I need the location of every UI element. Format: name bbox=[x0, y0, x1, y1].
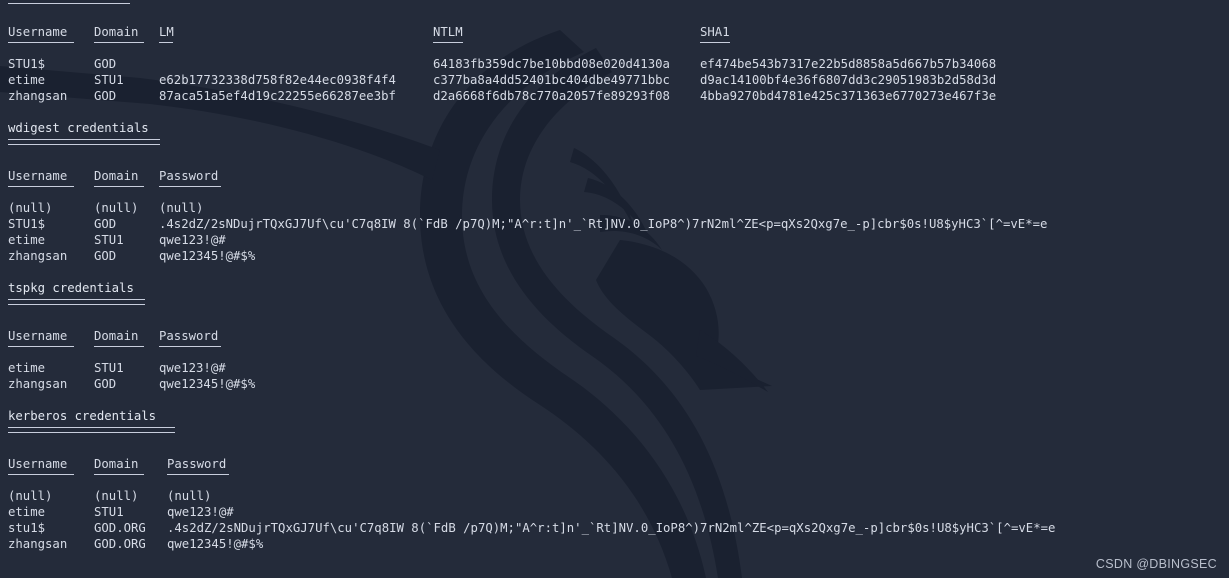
hash-table-header-row: Username Domain LM NTLM SHA1 bbox=[8, 24, 1228, 40]
cell-password: .4s2dZ/2sNDujrTQxGJ7Uf\cu'C7q8IW 8(`FdB … bbox=[159, 217, 1048, 231]
header-username: Username bbox=[8, 329, 68, 343]
table-row: etime STU1 qwe123!@# bbox=[8, 504, 1228, 520]
rule-domain bbox=[94, 186, 144, 187]
cell-domain: GOD.ORG bbox=[94, 537, 146, 551]
cell-ntlm: d2a6668f6db78c770a2057fe89293f08 bbox=[433, 89, 670, 103]
section-title-wdigest: wdigest credentials bbox=[8, 121, 149, 135]
cell-password: qwe123!@# bbox=[159, 361, 226, 375]
cell-username: etime bbox=[8, 361, 46, 375]
header-username: Username bbox=[8, 457, 68, 471]
rule-username bbox=[8, 186, 74, 187]
section-rule-wdigest bbox=[8, 139, 160, 145]
header-username: Username bbox=[8, 25, 68, 39]
rule-domain bbox=[94, 346, 144, 347]
cell-username: (null) bbox=[8, 489, 53, 503]
section-rule-tspkg bbox=[8, 299, 145, 305]
wdigest-header-row: Username Domain Password bbox=[8, 168, 1228, 184]
cell-password: qwe123!@# bbox=[167, 505, 234, 519]
top-cutoff-rule bbox=[8, 3, 130, 4]
table-row: etime STU1 e62b17732338d758f82e44ec0938f… bbox=[8, 72, 1228, 88]
header-sha1: SHA1 bbox=[700, 25, 730, 39]
tspkg-header-row: Username Domain Password bbox=[8, 328, 1228, 344]
rule-lm bbox=[159, 42, 173, 43]
cell-domain: GOD bbox=[94, 57, 117, 71]
section-title-tspkg: tspkg credentials bbox=[8, 281, 134, 295]
cell-lm: 87aca51a5ef4d19c22255e66287ee3bf bbox=[159, 89, 396, 103]
header-lm: LM bbox=[159, 25, 174, 39]
cell-password: qwe123!@# bbox=[159, 233, 226, 247]
cell-username: stu1$ bbox=[8, 521, 46, 535]
table-row: etime STU1 qwe123!@# bbox=[8, 232, 1228, 248]
rule-sha1 bbox=[700, 42, 730, 43]
cell-username: etime bbox=[8, 233, 46, 247]
cell-domain: GOD bbox=[94, 217, 117, 231]
cell-domain: GOD bbox=[94, 249, 117, 263]
cell-username: (null) bbox=[8, 201, 53, 215]
header-domain: Domain bbox=[94, 457, 139, 471]
cell-username: zhangsan bbox=[8, 89, 68, 103]
cell-ntlm: 64183fb359dc7be10bbd08e020d4130a bbox=[433, 57, 670, 71]
cell-password: qwe12345!@#$% bbox=[167, 537, 264, 551]
cell-domain: STU1 bbox=[94, 361, 124, 375]
cell-ntlm: c377ba8a4dd52401bc404dbe49771bbc bbox=[433, 73, 670, 87]
header-domain: Domain bbox=[94, 169, 139, 183]
rule-username bbox=[8, 42, 74, 43]
table-row: stu1$ GOD.ORG .4s2dZ/2sNDujrTQxGJ7Uf\cu'… bbox=[8, 520, 1228, 536]
table-row: zhangsan GOD qwe12345!@#$% bbox=[8, 248, 1228, 264]
table-row: zhangsan GOD 87aca51a5ef4d19c22255e66287… bbox=[8, 88, 1228, 104]
rule-domain bbox=[94, 474, 144, 475]
cell-sha1: 4bba9270bd4781e425c371363e6770273e467f3e bbox=[700, 89, 997, 103]
header-domain: Domain bbox=[94, 25, 139, 39]
cell-password: .4s2dZ/2sNDujrTQxGJ7Uf\cu'C7q8IW 8(`FdB … bbox=[167, 521, 1056, 535]
rule-domain bbox=[94, 42, 144, 43]
header-ntlm: NTLM bbox=[433, 25, 463, 39]
cell-username: STU1$ bbox=[8, 217, 46, 231]
cell-domain: GOD.ORG bbox=[94, 521, 146, 535]
rule-ntlm bbox=[433, 42, 463, 43]
cell-domain: STU1 bbox=[94, 233, 124, 247]
cell-username: etime bbox=[8, 73, 46, 87]
table-row: zhangsan GOD qwe12345!@#$% bbox=[8, 376, 1228, 392]
cell-username: zhangsan bbox=[8, 249, 68, 263]
cell-lm: e62b17732338d758f82e44ec0938f4f4 bbox=[159, 73, 396, 87]
header-password: Password bbox=[159, 169, 219, 183]
cell-domain: (null) bbox=[94, 201, 139, 215]
table-row: zhangsan GOD.ORG qwe12345!@#$% bbox=[8, 536, 1228, 552]
table-row: etime STU1 qwe123!@# bbox=[8, 360, 1228, 376]
cell-username: STU1$ bbox=[8, 57, 46, 71]
header-password: Password bbox=[159, 329, 219, 343]
cell-domain: STU1 bbox=[94, 505, 124, 519]
cell-domain: GOD bbox=[94, 89, 117, 103]
cell-password: (null) bbox=[159, 201, 204, 215]
cell-domain: STU1 bbox=[94, 73, 124, 87]
cell-password: (null) bbox=[167, 489, 212, 503]
csdn-watermark: CSDN @DBINGSEC bbox=[1095, 557, 1217, 571]
cell-sha1: ef474be543b7317e22b5d8858a5d667b57b34068 bbox=[700, 57, 997, 71]
cell-password: qwe12345!@#$% bbox=[159, 249, 256, 263]
cell-domain: GOD bbox=[94, 377, 117, 391]
rule-password bbox=[167, 474, 229, 475]
table-row: STU1$ GOD 64183fb359dc7be10bbd08e020d413… bbox=[8, 56, 1228, 72]
cell-username: zhangsan bbox=[8, 537, 68, 551]
section-rule-kerberos bbox=[8, 427, 175, 433]
header-domain: Domain bbox=[94, 329, 139, 343]
rule-password bbox=[159, 186, 221, 187]
table-row: STU1$ GOD .4s2dZ/2sNDujrTQxGJ7Uf\cu'C7q8… bbox=[8, 216, 1228, 232]
kerberos-header-row: Username Domain Password bbox=[8, 456, 1228, 472]
cell-sha1: d9ac14100bf4e36f6807dd3c29051983b2d58d3d bbox=[700, 73, 997, 87]
rule-password bbox=[159, 346, 221, 347]
header-username: Username bbox=[8, 169, 68, 183]
cell-username: zhangsan bbox=[8, 377, 68, 391]
cell-domain: (null) bbox=[94, 489, 139, 503]
cell-username: etime bbox=[8, 505, 46, 519]
rule-username bbox=[8, 474, 74, 475]
rule-username bbox=[8, 346, 74, 347]
cell-password: qwe12345!@#$% bbox=[159, 377, 256, 391]
table-row: (null) (null) (null) bbox=[8, 488, 1228, 504]
table-row: (null) (null) (null) bbox=[8, 200, 1228, 216]
header-password: Password bbox=[167, 457, 227, 471]
section-title-kerberos: kerberos credentials bbox=[8, 409, 157, 423]
